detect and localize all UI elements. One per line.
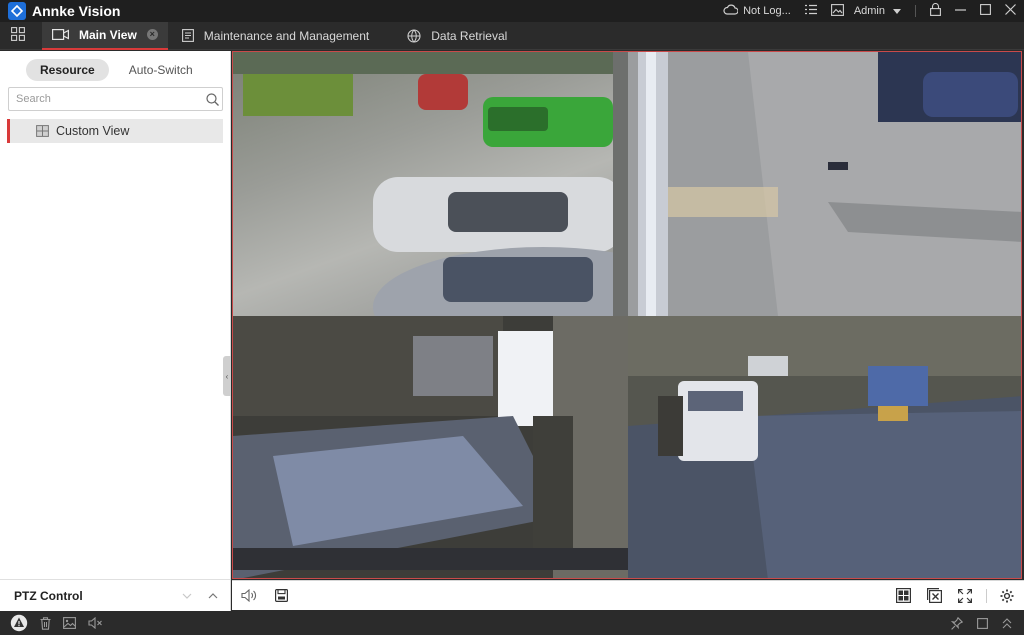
- pin-icon[interactable]: [951, 616, 963, 630]
- tab-label: Data Retrieval: [431, 28, 508, 43]
- app-window: Annke Vision Not Log... Admin Main View …: [0, 0, 1024, 635]
- close-icon[interactable]: ×: [146, 29, 158, 40]
- cloud-icon: [723, 4, 739, 18]
- tree-item-label: Custom View: [56, 124, 130, 138]
- grid-icon: [11, 27, 25, 44]
- lock-icon: [930, 3, 941, 19]
- video-tile-4[interactable]: [628, 316, 1021, 578]
- settings-icon[interactable]: [996, 585, 1018, 607]
- maximize-icon: [980, 4, 991, 18]
- toolbar-left: [238, 585, 302, 607]
- tab-label: Maintenance and Management: [203, 28, 370, 43]
- window-icon[interactable]: [977, 617, 988, 629]
- cloud-status[interactable]: Not Log...: [723, 4, 791, 18]
- close-button[interactable]: [1005, 4, 1016, 18]
- minimize-icon: [955, 4, 966, 18]
- list-button[interactable]: [804, 4, 817, 18]
- search-box: [8, 87, 223, 111]
- ptz-control-bar[interactable]: PTZ Control: [0, 579, 230, 611]
- cloud-status-label: Not Log...: [743, 5, 791, 17]
- camera-feed-yard: [628, 316, 1021, 578]
- tab-label: Main View: [79, 27, 137, 42]
- delete-icon[interactable]: [40, 616, 51, 630]
- close-icon: [1005, 4, 1016, 18]
- document-icon: [181, 29, 194, 42]
- volume-icon[interactable]: [238, 585, 260, 607]
- list-icon: [804, 4, 817, 18]
- user-menu[interactable]: Admin: [830, 3, 901, 19]
- video-tile-3[interactable]: [233, 316, 628, 578]
- camera-icon: [52, 29, 69, 40]
- app-title: Annke Vision: [32, 3, 121, 19]
- image-icon[interactable]: [63, 617, 76, 629]
- resource-panel: Resource Auto-Switch Custom View ‹ PTZ C…: [0, 51, 231, 611]
- camera-feed-doorway: [233, 316, 628, 578]
- tab-maintenance[interactable]: Maintenance and Management: [172, 22, 379, 50]
- panel-segment-control: Resource Auto-Switch: [26, 59, 207, 81]
- minimize-button[interactable]: [955, 4, 966, 18]
- layout-icon[interactable]: [892, 585, 914, 607]
- segment-resource[interactable]: Resource: [26, 59, 109, 81]
- live-view-grid[interactable]: [232, 51, 1022, 579]
- globe-icon: [407, 28, 421, 43]
- ptz-icons: [166, 590, 218, 602]
- save-icon[interactable]: [270, 585, 292, 607]
- status-bar-left: [10, 614, 115, 632]
- alarm-icon[interactable]: [10, 614, 28, 632]
- lock-button[interactable]: [930, 3, 941, 19]
- user-name: Admin: [853, 5, 885, 17]
- app-logo-icon: [8, 2, 26, 20]
- chevron-down-icon[interactable]: [182, 590, 192, 602]
- chevron-left-icon: ‹: [225, 371, 229, 381]
- toolbar-right: [883, 585, 1018, 607]
- divider: [915, 5, 916, 17]
- app-grid-button[interactable]: [4, 22, 32, 50]
- close-all-icon[interactable]: [923, 585, 945, 607]
- video-tile-2[interactable]: [628, 52, 1021, 316]
- camera-feed-street: [628, 52, 1021, 316]
- toolbar-divider: [986, 588, 987, 603]
- camera-feed-parking: [233, 52, 628, 316]
- search-input[interactable]: [9, 88, 202, 110]
- tab-main-view[interactable]: Main View ×: [42, 21, 168, 50]
- live-view-toolbar: [232, 580, 1024, 610]
- image-icon: [830, 3, 844, 19]
- chevron-down-icon: [893, 5, 901, 17]
- title-bar: Annke Vision Not Log... Admin: [0, 0, 1024, 22]
- fullscreen-icon[interactable]: [954, 585, 976, 607]
- search-icon[interactable]: [202, 92, 222, 106]
- ptz-control-label: PTZ Control: [14, 588, 83, 603]
- status-bar: [0, 611, 1024, 635]
- segment-auto-switch[interactable]: Auto-Switch: [115, 59, 207, 81]
- view-icon: [36, 125, 49, 137]
- title-bar-controls: Not Log... Admin: [723, 0, 1024, 22]
- panel-collapse-handle[interactable]: ‹: [223, 356, 231, 396]
- tab-data-retrieval[interactable]: Data Retrieval: [397, 22, 517, 50]
- maximize-button[interactable]: [980, 4, 991, 18]
- status-bar-right: [937, 616, 1012, 630]
- chevron-up-icon[interactable]: [208, 590, 218, 602]
- video-tile-1[interactable]: [233, 52, 628, 316]
- mute-icon[interactable]: [88, 617, 103, 629]
- expand-up-icon[interactable]: [1002, 617, 1012, 629]
- module-tab-bar: Main View × Maintenance and Management D…: [0, 21, 1024, 50]
- tree-item-custom-view[interactable]: Custom View: [7, 119, 223, 143]
